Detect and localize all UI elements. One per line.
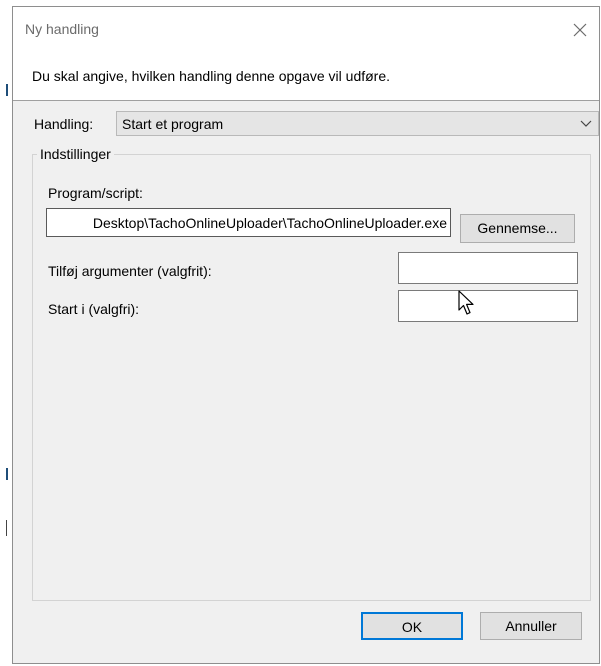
action-select-value: Start et program <box>122 116 224 132</box>
action-select[interactable]: Start et program <box>116 111 599 136</box>
cancel-button[interactable]: Annuller <box>480 612 582 640</box>
start-in-input[interactable] <box>398 290 578 322</box>
background-window-edge <box>0 0 12 666</box>
browse-button[interactable]: Gennemse... <box>460 214 575 243</box>
start-in-label: Start i (valgfri): <box>48 301 140 317</box>
settings-group-label: Indstillinger <box>37 146 114 162</box>
arguments-label: Tilføj argumenter (valgfrit): <box>48 263 212 279</box>
background-window-mark <box>6 84 8 96</box>
new-action-dialog: Ny handling Du skal angive, hvilken hand… <box>12 6 600 664</box>
mouse-pointer-icon <box>458 290 474 315</box>
dialog-title: Ny handling <box>25 21 99 37</box>
action-label: Handling: <box>34 116 94 132</box>
dialog-titlebar[interactable]: Ny handling <box>13 7 599 51</box>
program-script-label: Program/script: <box>48 185 143 201</box>
close-icon[interactable] <box>567 17 593 43</box>
program-script-value: Desktop\TachoOnlineUploader\TachoOnlineU… <box>92 215 447 231</box>
dialog-header: Du skal angive, hvilken handling denne o… <box>13 51 599 101</box>
background-window-mark <box>6 520 7 536</box>
dialog-description: Du skal angive, hvilken handling denne o… <box>32 68 391 84</box>
chevron-down-icon <box>580 120 592 127</box>
background-window-mark <box>6 468 8 480</box>
ok-button[interactable]: OK <box>361 612 463 640</box>
program-script-input[interactable]: Desktop\TachoOnlineUploader\TachoOnlineU… <box>46 208 451 237</box>
arguments-input[interactable] <box>398 252 578 284</box>
